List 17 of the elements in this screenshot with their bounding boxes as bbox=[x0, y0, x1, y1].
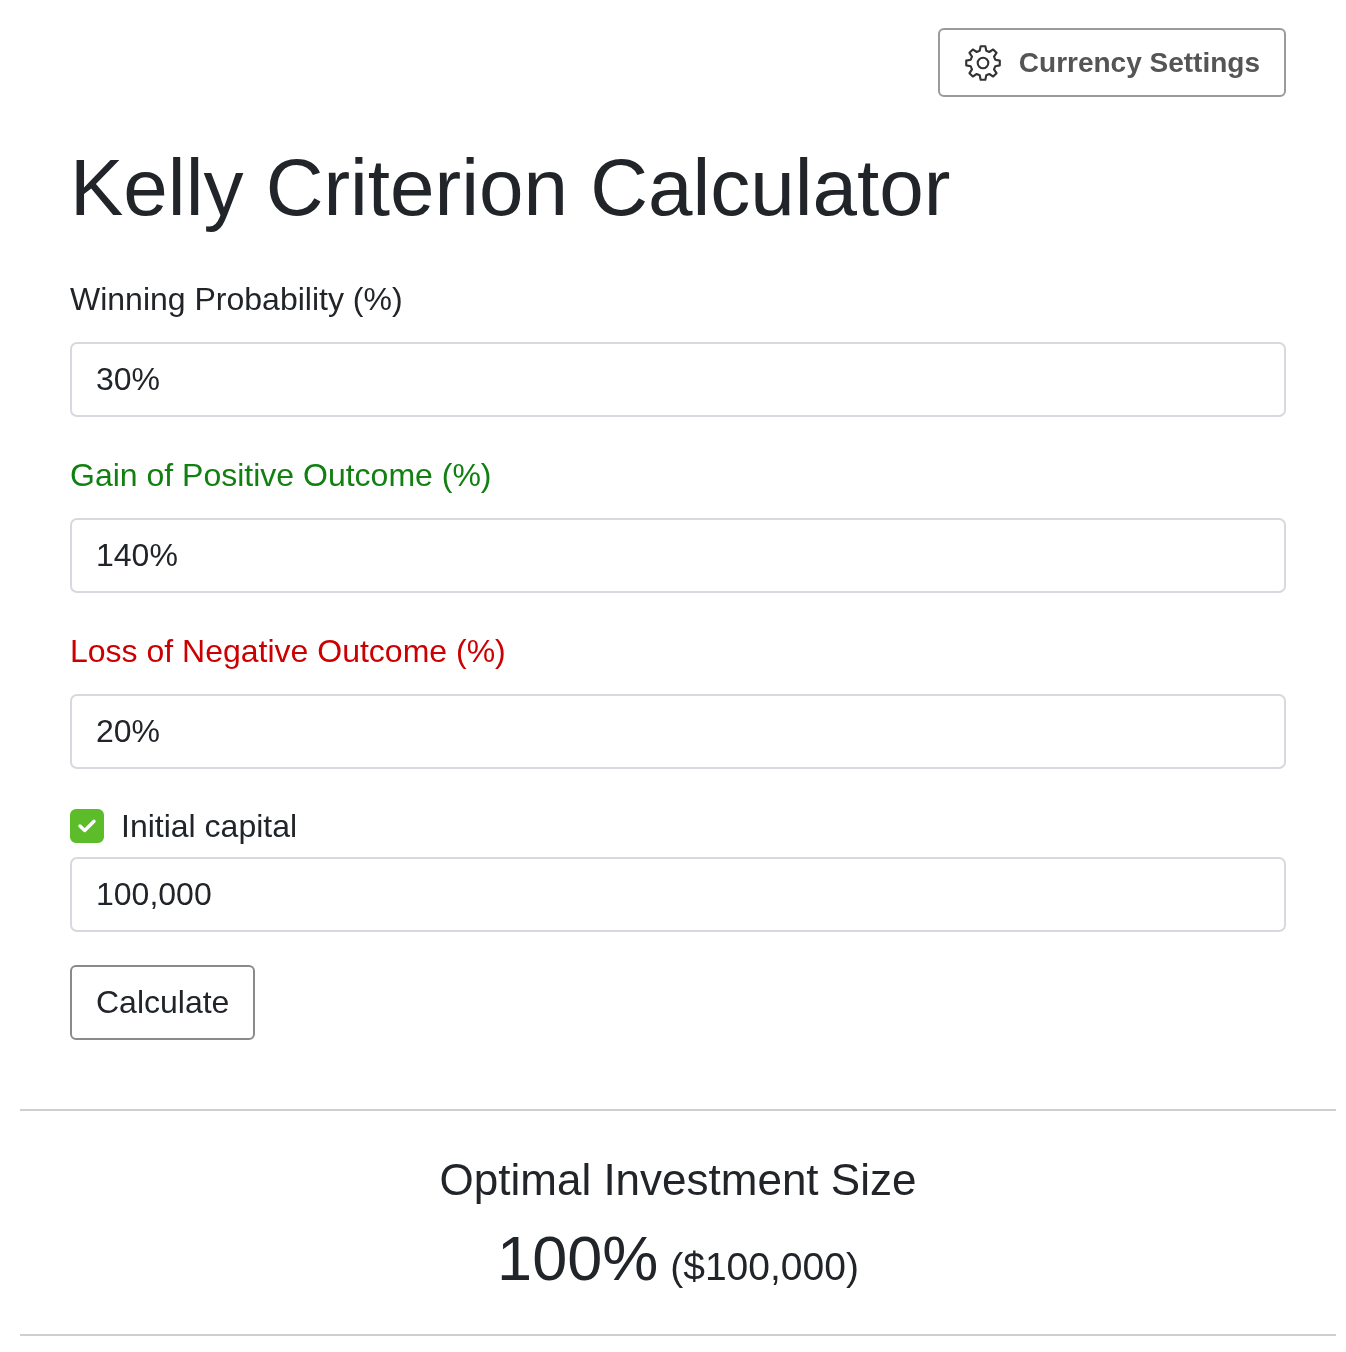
check-icon bbox=[78, 819, 96, 833]
result-amount: ($100,000) bbox=[670, 1244, 859, 1290]
calculate-button[interactable]: Calculate bbox=[70, 965, 256, 1040]
currency-settings-button[interactable]: Currency Settings bbox=[937, 28, 1286, 97]
field-label: Loss of Negative Outcome (%) bbox=[70, 632, 506, 671]
checkbox[interactable] bbox=[70, 809, 104, 843]
field-label: Gain of Positive Outcome (%) bbox=[70, 456, 492, 495]
settings-icon bbox=[964, 44, 1001, 81]
input-field[interactable]: 20% bbox=[70, 694, 1286, 769]
field-label: Winning Probability (%) bbox=[70, 280, 403, 319]
result-heading: Optimal Investment Size bbox=[439, 1154, 917, 1206]
input-field[interactable]: 100,000 bbox=[70, 857, 1286, 932]
field-label: Initial capital bbox=[121, 807, 298, 846]
result-percent: 100% bbox=[497, 1222, 659, 1295]
input-field[interactable]: 30% bbox=[70, 342, 1286, 417]
page-title: Kelly Criterion Calculator bbox=[70, 142, 951, 234]
input-field[interactable]: 140% bbox=[70, 518, 1286, 593]
